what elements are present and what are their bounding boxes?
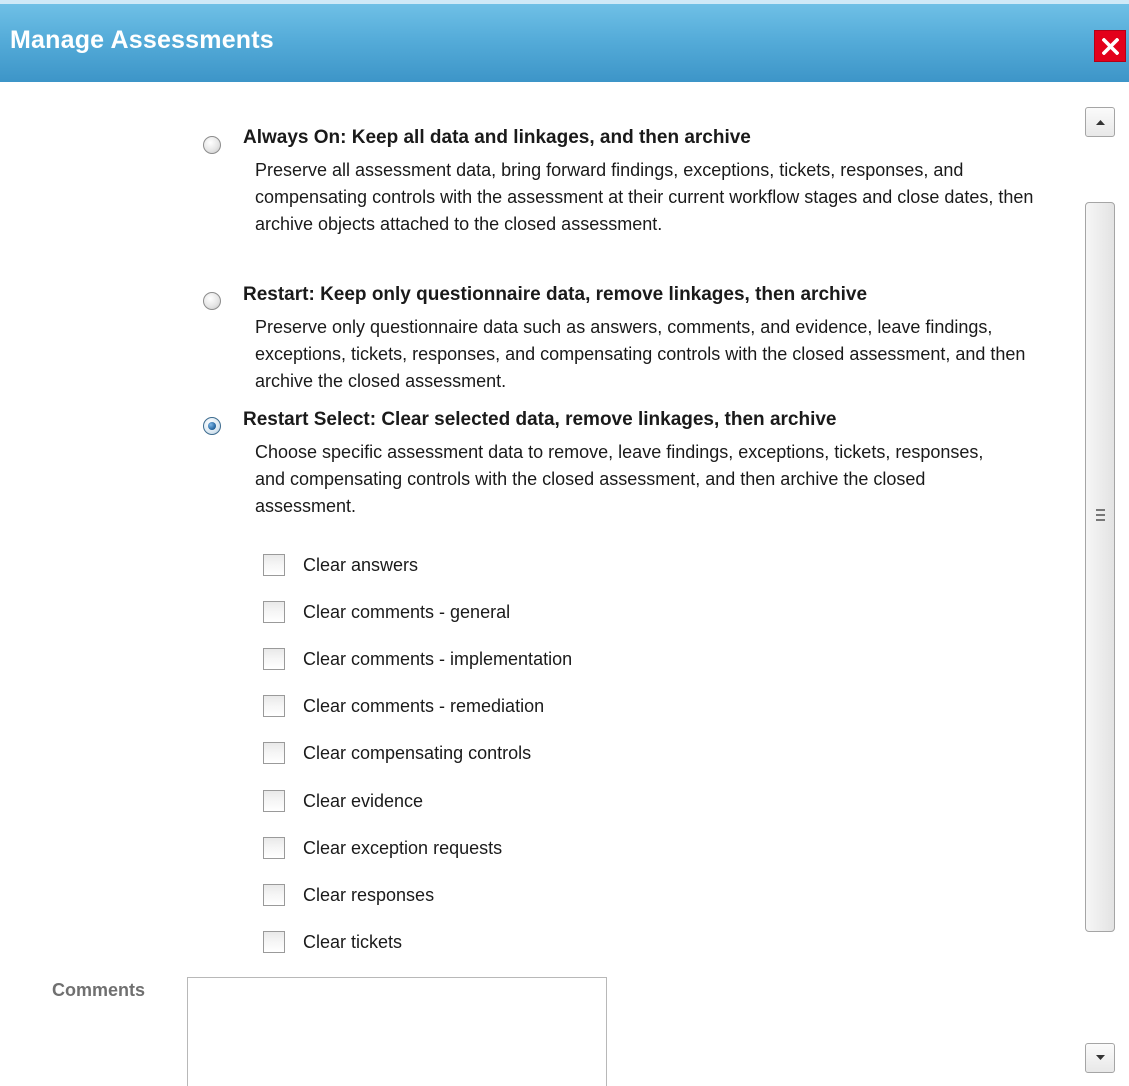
clear-tickets-label: Clear tickets <box>303 932 403 952</box>
clear-comments-remediation-label: Clear comments - remediation <box>303 696 545 716</box>
restart-description: Preserve only questionnaire data such as… <box>255 317 1026 391</box>
dialog-title: Manage Assessments <box>10 26 274 54</box>
scroll-thumb[interactable] <box>1085 202 1115 932</box>
clear-compensating-controls-checkbox[interactable] <box>263 742 285 764</box>
close-icon <box>1102 38 1119 55</box>
clear-comments-implementation-label: Clear comments - implementation <box>303 649 573 669</box>
arrow-up-icon <box>1096 120 1105 125</box>
arrow-down-icon <box>1096 1055 1105 1060</box>
clear-answers-label: Clear answers <box>303 555 419 575</box>
restart-radio[interactable] <box>203 292 221 310</box>
clear-compensating-controls-label: Clear compensating controls <box>303 743 532 763</box>
restart-select-radio[interactable] <box>203 417 221 435</box>
clear-comments-general-checkbox[interactable] <box>263 601 285 623</box>
clear-comments-general-label: Clear comments - general <box>303 602 511 622</box>
restart-select-title: Restart Select: Clear selected data, rem… <box>243 409 837 430</box>
title-bar: Manage Assessments <box>0 0 1129 82</box>
always-on-description: Preserve all assessment data, bring forw… <box>255 160 1034 234</box>
clear-comments-implementation-checkbox[interactable] <box>263 648 285 670</box>
clear-exception-requests-label: Clear exception requests <box>303 838 503 858</box>
clear-tickets-checkbox[interactable] <box>263 931 285 953</box>
clear-responses-checkbox[interactable] <box>263 884 285 906</box>
close-button[interactable] <box>1094 30 1126 62</box>
scroll-up-button[interactable] <box>1085 107 1115 137</box>
clear-evidence-label: Clear evidence <box>303 791 424 811</box>
always-on-title: Always On: Keep all data and linkages, a… <box>243 127 751 148</box>
vertical-scrollbar[interactable] <box>1085 107 1115 1075</box>
clear-answers-checkbox[interactable] <box>263 554 285 576</box>
scroll-down-button[interactable] <box>1085 1043 1115 1073</box>
restart-title: Restart: Keep only questionnaire data, r… <box>243 284 868 305</box>
clear-exception-requests-checkbox[interactable] <box>263 837 285 859</box>
comments-label: Comments <box>52 980 146 1000</box>
restart-select-description: Choose specific assessment data to remov… <box>255 442 984 516</box>
clear-comments-remediation-checkbox[interactable] <box>263 695 285 717</box>
always-on-radio[interactable] <box>203 136 221 154</box>
clear-evidence-checkbox[interactable] <box>263 790 285 812</box>
clear-responses-label: Clear responses <box>303 885 435 905</box>
manage-assessments-dialog: Manage Assessments Always On: Keep all d… <box>0 0 1129 1086</box>
comments-field[interactable] <box>187 977 607 1086</box>
